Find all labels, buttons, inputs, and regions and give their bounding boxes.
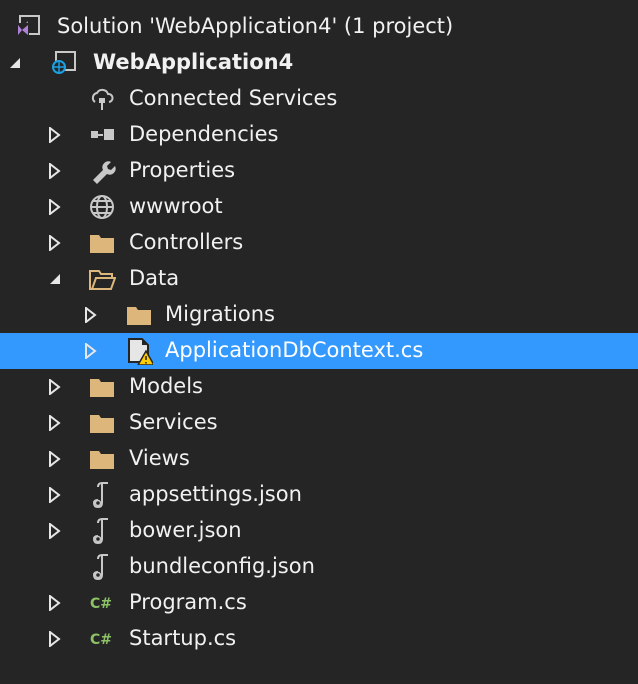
tree-item[interactable]: Models (0, 369, 638, 405)
folder-icon (88, 229, 116, 257)
tree-item-label: Startup.cs (129, 626, 237, 650)
file-warning-icon (125, 337, 156, 366)
tree-item-label: Controllers (129, 230, 244, 254)
json-icon (88, 481, 116, 509)
tree-item[interactable]: Properties (0, 153, 638, 189)
tree-item[interactable]: C# Program.cs (0, 585, 638, 621)
tree-item-label: Services (129, 410, 218, 434)
solution-explorer-tree: Solution 'WebApplication4' (1 project) W… (0, 0, 638, 657)
tree-item[interactable]: bower.json (0, 513, 638, 549)
collapsed-arrow-icon[interactable] (48, 595, 62, 611)
globe-icon (88, 193, 116, 221)
collapsed-arrow-icon[interactable] (48, 631, 62, 647)
svg-text:C#: C# (90, 632, 112, 648)
tree-item-label: appsettings.json (129, 482, 302, 506)
tree-item-label: Program.cs (129, 590, 247, 614)
collapsed-arrow-icon[interactable] (48, 415, 62, 431)
tree-item-label: Connected Services (129, 86, 338, 110)
collapsed-arrow-icon[interactable] (48, 199, 62, 215)
collapsed-arrow-icon[interactable] (48, 523, 62, 539)
tree-item[interactable]: C# Startup.cs (0, 621, 638, 657)
collapsed-arrow-icon[interactable] (48, 379, 62, 395)
dependencies-icon (88, 121, 116, 149)
json-icon (88, 553, 116, 581)
wrench-icon (88, 157, 116, 185)
collapsed-arrow-icon[interactable] (48, 451, 62, 467)
collapsed-arrow-icon[interactable] (48, 127, 62, 143)
tree-item-label: wwwroot (129, 194, 223, 218)
tree-item-label: bundleconfig.json (129, 554, 315, 578)
tree-item[interactable]: appsettings.json (0, 477, 638, 513)
folder-icon (88, 445, 116, 473)
folder-icon (88, 373, 116, 401)
folder-open-icon (88, 265, 117, 293)
tree-item[interactable]: Views (0, 441, 638, 477)
connected-services-icon (88, 85, 116, 113)
tree-item[interactable]: Services (0, 405, 638, 441)
visual-studio-solution-icon (14, 13, 42, 41)
folder-icon (88, 409, 116, 437)
collapsed-arrow-icon[interactable] (48, 163, 62, 179)
tree-item-label: Properties (129, 158, 236, 182)
tree-item-label: Solution 'WebApplication4' (1 project) (57, 14, 454, 38)
tree-item-label: Views (129, 446, 190, 470)
tree-item[interactable]: ApplicationDbContext.cs (0, 333, 638, 369)
tree-item[interactable]: bundleconfig.json (0, 549, 638, 585)
web-project-icon (50, 49, 78, 77)
tree-item-label: Models (129, 374, 203, 398)
expanded-arrow-icon[interactable] (8, 55, 22, 71)
json-icon (88, 517, 116, 545)
collapsed-arrow-icon[interactable] (48, 487, 62, 503)
tree-item-label: ApplicationDbContext.cs (165, 338, 424, 362)
tree-item[interactable]: Data (0, 261, 638, 297)
expanded-arrow-icon[interactable] (48, 271, 62, 287)
csharp-icon: C# (88, 625, 116, 653)
tree-item-solution[interactable]: Solution 'WebApplication4' (1 project) (0, 9, 638, 45)
tree-item[interactable]: wwwroot (0, 189, 638, 225)
tree-item-project[interactable]: WebApplication4 (0, 45, 638, 81)
tree-item[interactable]: Controllers (0, 225, 638, 261)
tree-item-label: bower.json (129, 518, 242, 542)
tree-item-label: Data (129, 266, 180, 290)
tree-item[interactable]: Connected Services (0, 81, 638, 117)
tree-item-label: WebApplication4 (93, 50, 294, 74)
collapsed-arrow-icon[interactable] (84, 343, 98, 359)
tree-item[interactable]: Migrations (0, 297, 638, 333)
collapsed-arrow-icon[interactable] (48, 235, 62, 251)
svg-text:C#: C# (90, 596, 112, 612)
csharp-icon: C# (88, 589, 116, 617)
tree-item-label: Dependencies (129, 122, 279, 146)
collapsed-arrow-icon[interactable] (84, 307, 98, 323)
tree-item-label: Migrations (165, 302, 275, 326)
folder-icon (125, 301, 153, 329)
tree-item[interactable]: Dependencies (0, 117, 638, 153)
